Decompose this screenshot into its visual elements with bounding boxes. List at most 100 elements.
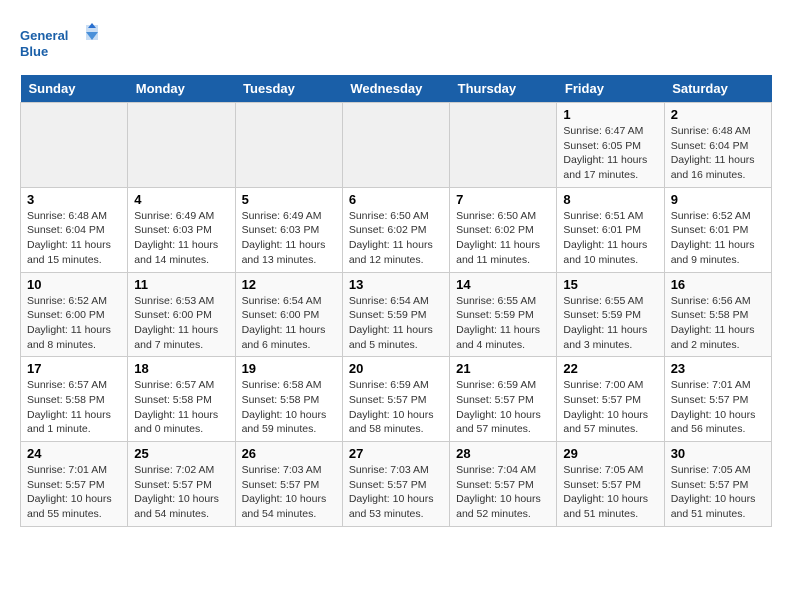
day-info: Sunrise: 6:53 AM Sunset: 6:00 PM Dayligh… — [134, 294, 228, 353]
day-info: Sunrise: 6:58 AM Sunset: 5:58 PM Dayligh… — [242, 378, 336, 437]
calendar-week-row: 10Sunrise: 6:52 AM Sunset: 6:00 PM Dayli… — [21, 272, 772, 357]
day-info: Sunrise: 6:59 AM Sunset: 5:57 PM Dayligh… — [456, 378, 550, 437]
calendar-cell: 25Sunrise: 7:02 AM Sunset: 5:57 PM Dayli… — [128, 442, 235, 527]
day-number: 25 — [134, 446, 228, 461]
day-number: 11 — [134, 277, 228, 292]
day-info: Sunrise: 6:56 AM Sunset: 5:58 PM Dayligh… — [671, 294, 765, 353]
day-number: 15 — [563, 277, 657, 292]
calendar-week-row: 3Sunrise: 6:48 AM Sunset: 6:04 PM Daylig… — [21, 187, 772, 272]
calendar-cell — [450, 103, 557, 188]
calendar-cell: 10Sunrise: 6:52 AM Sunset: 6:00 PM Dayli… — [21, 272, 128, 357]
weekday-header-saturday: Saturday — [664, 75, 771, 103]
calendar-cell: 17 Sunrise: 6:57 AM Sunset: 5:58 PM Dayli… — [21, 357, 128, 442]
day-number: 19 — [242, 361, 336, 376]
day-number: 5 — [242, 192, 336, 207]
calendar-cell: 12 Sunrise: 6:54 AM Sunset: 6:00 PM Dayli… — [235, 272, 342, 357]
calendar-cell — [21, 103, 128, 188]
day-number: 13 — [349, 277, 443, 292]
day-info: Sunrise: 6:48 AM Sunset: 6:04 PM Dayligh… — [671, 124, 765, 183]
calendar-cell: 27 Sunrise: 7:03 AM Sunset: 5:57 PM Dayli… — [342, 442, 449, 527]
calendar-cell: 30 Sunrise: 7:05 AM Sunset: 5:57 PM Dayli… — [664, 442, 771, 527]
day-info: Sunrise: 6:54 AM Sunset: 5:59 PM Dayligh… — [349, 294, 443, 353]
day-info: Sunrise: 6:57 AM Sunset: 5:58 PM Dayligh… — [134, 378, 228, 437]
day-info: Sunrise: 6:49 AM Sunset: 6:03 PM Dayligh… — [242, 209, 336, 268]
day-info: Sunrise: 7:04 AM Sunset: 5:57 PM Dayligh… — [456, 463, 550, 522]
day-info: Sunrise: 6:55 AM Sunset: 5:59 PM Dayligh… — [563, 294, 657, 353]
day-info: Sunrise: 6:52 AM Sunset: 6:01 PM Dayligh… — [671, 209, 765, 268]
calendar-cell: 24 Sunrise: 7:01 AM Sunset: 5:57 PM Dayli… — [21, 442, 128, 527]
weekday-header-thursday: Thursday — [450, 75, 557, 103]
calendar-cell: 16Sunrise: 6:56 AM Sunset: 5:58 PM Dayli… — [664, 272, 771, 357]
svg-text:Blue: Blue — [20, 44, 48, 59]
day-number: 18 — [134, 361, 228, 376]
calendar-week-row: 1 Sunrise: 6:47 AM Sunset: 6:05 PM Daylig… — [21, 103, 772, 188]
logo: General Blue — [20, 20, 100, 65]
day-info: Sunrise: 6:50 AM Sunset: 6:02 PM Dayligh… — [349, 209, 443, 268]
calendar-cell: 4 Sunrise: 6:49 AM Sunset: 6:03 PM Daylig… — [128, 187, 235, 272]
calendar-cell — [128, 103, 235, 188]
day-info: Sunrise: 6:50 AM Sunset: 6:02 PM Dayligh… — [456, 209, 550, 268]
calendar-cell: 26Sunrise: 7:03 AM Sunset: 5:57 PM Dayli… — [235, 442, 342, 527]
calendar-week-row: 24 Sunrise: 7:01 AM Sunset: 5:57 PM Dayli… — [21, 442, 772, 527]
day-number: 26 — [242, 446, 336, 461]
day-number: 8 — [563, 192, 657, 207]
calendar-cell: 28 Sunrise: 7:04 AM Sunset: 5:57 PM Dayli… — [450, 442, 557, 527]
day-info: Sunrise: 6:59 AM Sunset: 5:57 PM Dayligh… — [349, 378, 443, 437]
day-info: Sunrise: 6:55 AM Sunset: 5:59 PM Dayligh… — [456, 294, 550, 353]
day-number: 7 — [456, 192, 550, 207]
weekday-header-row: SundayMondayTuesdayWednesdayThursdayFrid… — [21, 75, 772, 103]
day-info: Sunrise: 6:49 AM Sunset: 6:03 PM Dayligh… — [134, 209, 228, 268]
calendar-cell: 20 Sunrise: 6:59 AM Sunset: 5:57 PM Dayli… — [342, 357, 449, 442]
calendar-cell: 8Sunrise: 6:51 AM Sunset: 6:01 PM Daylig… — [557, 187, 664, 272]
day-info: Sunrise: 7:01 AM Sunset: 5:57 PM Dayligh… — [27, 463, 121, 522]
day-number: 6 — [349, 192, 443, 207]
calendar-cell: 2 Sunrise: 6:48 AM Sunset: 6:04 PM Daylig… — [664, 103, 771, 188]
day-number: 23 — [671, 361, 765, 376]
calendar-cell: 1 Sunrise: 6:47 AM Sunset: 6:05 PM Daylig… — [557, 103, 664, 188]
day-number: 3 — [27, 192, 121, 207]
day-number: 29 — [563, 446, 657, 461]
logo-svg: General Blue — [20, 20, 100, 65]
day-number: 22 — [563, 361, 657, 376]
day-number: 21 — [456, 361, 550, 376]
day-number: 30 — [671, 446, 765, 461]
calendar-week-row: 17 Sunrise: 6:57 AM Sunset: 5:58 PM Dayli… — [21, 357, 772, 442]
calendar-cell — [342, 103, 449, 188]
day-info: Sunrise: 7:03 AM Sunset: 5:57 PM Dayligh… — [349, 463, 443, 522]
day-number: 24 — [27, 446, 121, 461]
calendar-cell: 5 Sunrise: 6:49 AM Sunset: 6:03 PM Daylig… — [235, 187, 342, 272]
calendar-cell: 7 Sunrise: 6:50 AM Sunset: 6:02 PM Daylig… — [450, 187, 557, 272]
calendar-cell: 3Sunrise: 6:48 AM Sunset: 6:04 PM Daylig… — [21, 187, 128, 272]
day-number: 20 — [349, 361, 443, 376]
day-number: 28 — [456, 446, 550, 461]
day-number: 9 — [671, 192, 765, 207]
day-number: 27 — [349, 446, 443, 461]
day-number: 17 — [27, 361, 121, 376]
day-info: Sunrise: 7:01 AM Sunset: 5:57 PM Dayligh… — [671, 378, 765, 437]
day-number: 4 — [134, 192, 228, 207]
day-number: 12 — [242, 277, 336, 292]
calendar-cell: 29 Sunrise: 7:05 AM Sunset: 5:57 PM Dayli… — [557, 442, 664, 527]
day-info: Sunrise: 6:47 AM Sunset: 6:05 PM Dayligh… — [563, 124, 657, 183]
calendar-cell: 23 Sunrise: 7:01 AM Sunset: 5:57 PM Dayli… — [664, 357, 771, 442]
calendar-table: SundayMondayTuesdayWednesdayThursdayFrid… — [20, 75, 772, 527]
calendar-cell — [235, 103, 342, 188]
day-info: Sunrise: 7:05 AM Sunset: 5:57 PM Dayligh… — [563, 463, 657, 522]
day-info: Sunrise: 6:54 AM Sunset: 6:00 PM Dayligh… — [242, 294, 336, 353]
calendar-cell: 6 Sunrise: 6:50 AM Sunset: 6:02 PM Daylig… — [342, 187, 449, 272]
calendar-cell: 15 Sunrise: 6:55 AM Sunset: 5:59 PM Dayli… — [557, 272, 664, 357]
day-info: Sunrise: 7:00 AM Sunset: 5:57 PM Dayligh… — [563, 378, 657, 437]
calendar-cell: 14 Sunrise: 6:55 AM Sunset: 5:59 PM Dayli… — [450, 272, 557, 357]
day-info: Sunrise: 7:05 AM Sunset: 5:57 PM Dayligh… — [671, 463, 765, 522]
calendar-cell: 13 Sunrise: 6:54 AM Sunset: 5:59 PM Dayli… — [342, 272, 449, 357]
day-info: Sunrise: 6:52 AM Sunset: 6:00 PM Dayligh… — [27, 294, 121, 353]
weekday-header-tuesday: Tuesday — [235, 75, 342, 103]
calendar-cell: 9 Sunrise: 6:52 AM Sunset: 6:01 PM Daylig… — [664, 187, 771, 272]
calendar-cell: 11 Sunrise: 6:53 AM Sunset: 6:00 PM Dayli… — [128, 272, 235, 357]
day-number: 1 — [563, 107, 657, 122]
calendar-cell: 21 Sunrise: 6:59 AM Sunset: 5:57 PM Dayli… — [450, 357, 557, 442]
weekday-header-friday: Friday — [557, 75, 664, 103]
day-number: 2 — [671, 107, 765, 122]
day-info: Sunrise: 6:57 AM Sunset: 5:58 PM Dayligh… — [27, 378, 121, 437]
day-number: 14 — [456, 277, 550, 292]
